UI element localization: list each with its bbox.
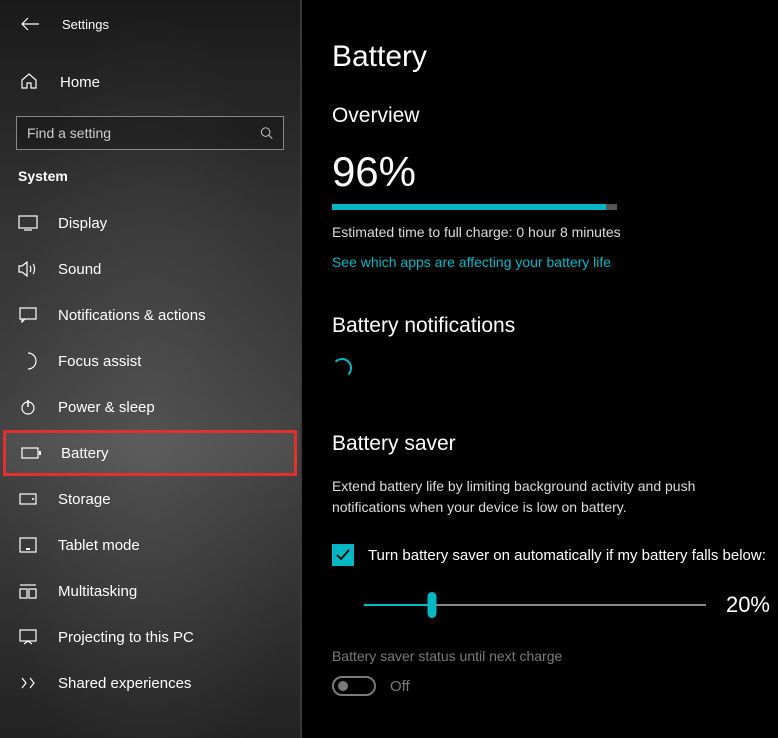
saver-slider-row: 20% [332,592,778,618]
battery-progress-bar [332,204,617,210]
overview-section: Overview 96% Estimated time to full char… [332,104,778,270]
sound-icon [18,260,38,278]
sidebar-item-tablet[interactable]: Tablet mode [0,522,300,568]
battery-percent: 96% [332,148,778,196]
saver-checkbox-label: Turn battery saver on automatically if m… [368,547,766,564]
sidebar-item-label: Shared experiences [58,675,191,692]
back-button[interactable] [20,14,40,34]
saver-title: Battery saver [332,432,778,456]
section-header: System [0,168,300,184]
search-input[interactable] [27,125,260,141]
saver-checkbox-row[interactable]: Turn battery saver on automatically if m… [332,544,778,566]
slider-thumb[interactable] [428,592,437,618]
sidebar-item-label: Display [58,215,107,232]
sidebar-item-focus[interactable]: Focus assist [0,338,300,384]
sidebar-item-label: Sound [58,261,101,278]
toggle-knob [338,681,348,691]
sidebar-item-label: Focus assist [58,353,141,370]
saver-slider[interactable] [364,604,706,606]
battery-saver-section: Battery saver Extend battery life by lim… [332,432,778,696]
home-label: Home [60,74,100,91]
sidebar-item-projecting[interactable]: Projecting to this PC [0,614,300,660]
main-content: Battery Overview 96% Estimated time to f… [302,0,778,738]
overview-title: Overview [332,104,778,128]
sidebar-item-battery[interactable]: Battery [3,430,297,476]
power-icon [18,398,38,416]
sidebar-item-label: Power & sleep [58,399,155,416]
notifications-title: Battery notifications [332,314,778,338]
page-title: Battery [332,40,778,74]
focus-icon [18,352,38,370]
notifications-section: Battery notifications [332,314,778,378]
slider-value-label: 20% [726,592,770,618]
sidebar-item-label: Multitasking [58,583,137,600]
sidebar-item-label: Tablet mode [58,537,140,554]
top-bar: Settings [0,0,300,48]
battery-progress-fill [332,204,606,210]
tablet-icon [18,536,38,554]
sidebar-item-label: Storage [58,491,111,508]
sidebar-item-notifications[interactable]: Notifications & actions [0,292,300,338]
display-icon [18,214,38,232]
saver-status-toggle[interactable] [332,676,376,696]
sidebar-item-sound[interactable]: Sound [0,246,300,292]
settings-sidebar: Settings Home System Display Sound [0,0,302,738]
battery-icon [21,444,41,462]
estimate-text: Estimated time to full charge: 0 hour 8 … [332,224,778,240]
search-box[interactable] [16,116,284,150]
home-nav[interactable]: Home [0,62,300,102]
status-until-charge-label: Battery saver status until next charge [332,648,778,664]
saver-toggle-row: Off [332,676,778,696]
back-arrow-icon [21,17,39,31]
checkmark-icon [336,549,350,561]
saver-description: Extend battery life by limiting backgrou… [332,476,742,518]
sidebar-item-display[interactable]: Display [0,200,300,246]
sidebar-item-storage[interactable]: Storage [0,476,300,522]
sidebar-item-shared[interactable]: Shared experiences [0,660,300,706]
notifications-icon [18,306,38,324]
storage-icon [18,490,38,508]
home-icon [20,72,40,92]
apps-affecting-link[interactable]: See which apps are affecting your batter… [332,254,778,270]
saver-checkbox[interactable] [332,544,354,566]
slider-fill [364,604,432,606]
sidebar-item-label: Notifications & actions [58,307,206,324]
app-title: Settings [62,17,109,32]
projecting-icon [18,628,38,646]
shared-icon [18,674,38,692]
multitasking-icon [18,582,38,600]
sidebar-item-label: Battery [61,445,109,462]
sidebar-item-multitasking[interactable]: Multitasking [0,568,300,614]
search-icon [260,126,273,140]
sidebar-item-label: Projecting to this PC [58,629,194,646]
loading-spinner-icon [332,358,352,378]
sidebar-item-power[interactable]: Power & sleep [0,384,300,430]
toggle-state-label: Off [390,678,410,695]
